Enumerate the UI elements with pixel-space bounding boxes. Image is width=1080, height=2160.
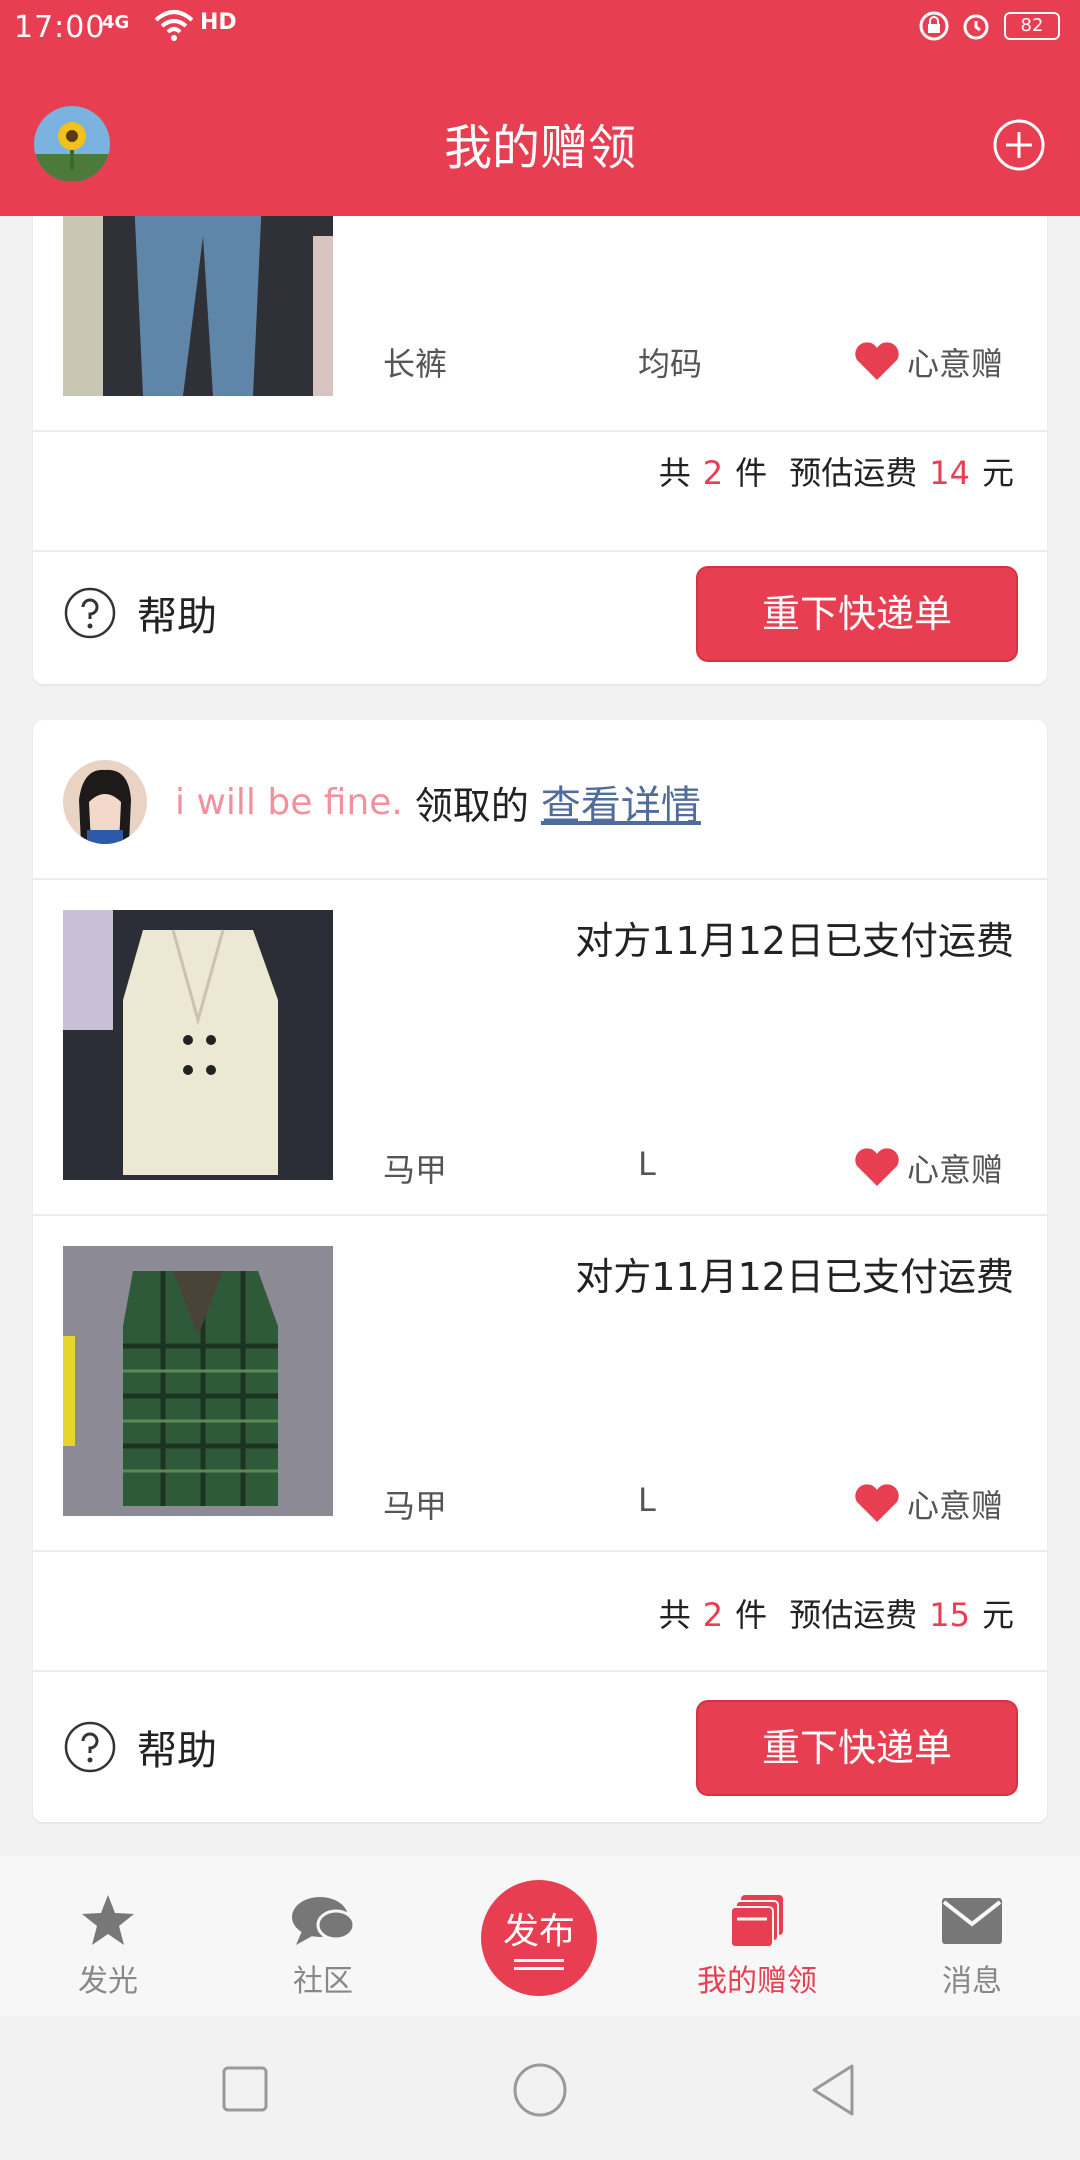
item-count: 2 xyxy=(702,1596,724,1634)
publish-line xyxy=(514,1967,564,1970)
tab-label: 我的赠领 xyxy=(697,1964,817,1999)
help-link[interactable]: 帮助 xyxy=(63,584,217,642)
tab-label: 消息 xyxy=(942,1964,1002,1999)
system-navigation-bar xyxy=(0,2016,1080,2160)
reorder-shipping-button[interactable]: 重下快递单 xyxy=(696,1700,1018,1796)
summary-prefix: 共 xyxy=(658,1596,691,1634)
mail-icon xyxy=(942,1898,1002,1944)
back-icon[interactable] xyxy=(808,2062,858,2118)
item-size: L xyxy=(638,1481,656,1519)
status-time: 17:00 xyxy=(14,10,106,45)
cards-icon xyxy=(730,1895,783,1948)
heart-icon xyxy=(855,1484,899,1522)
count-unit: 件 xyxy=(735,454,768,492)
help-icon xyxy=(64,1721,116,1773)
home-icon[interactable] xyxy=(512,2062,568,2118)
count-unit: 件 xyxy=(735,1596,768,1634)
help-link[interactable]: 帮助 xyxy=(63,1718,217,1776)
claim-action-text: 领取的 xyxy=(414,783,529,828)
app-bar: 我的赠领 xyxy=(0,56,1080,216)
divider xyxy=(33,430,1047,432)
heart-icon xyxy=(855,342,899,380)
shipping-paid-note: 对方11月12日已支付运费 xyxy=(575,1255,1014,1299)
star-icon xyxy=(82,1895,134,1945)
tab-my-gifts[interactable]: 我的赠领 xyxy=(682,1886,832,2000)
reorder-shipping-button[interactable]: 重下快递单 xyxy=(696,566,1018,662)
tab-label: 社区 xyxy=(293,1964,353,1999)
gift-card: i will be fine. 领取的 查看详情 对方11月12日已支付运费 马… xyxy=(33,720,1047,1822)
gift-type-tag: 心意赠 xyxy=(853,1145,1003,1191)
gift-list[interactable]: 长裤 均码 心意赠 共2件 预估运费 14 元 帮助 重下快递单 i will be… xyxy=(0,216,1080,1856)
fee-label: 预估运费 xyxy=(789,1596,918,1634)
tab-messages[interactable]: 消息 xyxy=(897,1886,1047,2000)
item-name: 长裤 xyxy=(383,345,448,383)
divider xyxy=(33,1214,1047,1216)
status-bar: 17:00 4G HD 82 xyxy=(0,0,1080,56)
order-summary: 共2件 预估运费 15 元 xyxy=(659,1590,1014,1636)
gift-type-tag: 心意赠 xyxy=(853,339,1003,385)
recent-apps-icon[interactable] xyxy=(222,2066,268,2112)
item-count: 2 xyxy=(702,454,724,492)
help-label: 帮助 xyxy=(137,594,217,640)
divider xyxy=(33,550,1047,552)
claimer-avatar[interactable] xyxy=(63,760,147,844)
summary-prefix: 共 xyxy=(658,454,691,492)
claimer-row: i will be fine. 领取的 查看详情 xyxy=(63,760,701,844)
tab-community[interactable]: 社区 xyxy=(248,1886,398,2000)
item-thumbnail[interactable] xyxy=(63,216,333,396)
gift-type-label: 心意赠 xyxy=(907,1487,1004,1525)
heart-icon xyxy=(855,1148,899,1186)
claimer-username[interactable]: i will be fine. xyxy=(175,782,403,823)
page-title: 我的赠领 xyxy=(443,120,636,176)
divider xyxy=(33,1670,1047,1672)
shipping-paid-note: 对方11月12日已支付运费 xyxy=(575,919,1014,963)
bottom-tab-bar: 发光 社区 发布 我的赠领 消息 xyxy=(0,1856,1080,2016)
shipping-fee: 14 xyxy=(929,454,970,492)
tab-label: 发光 xyxy=(78,1964,138,1999)
item-name: 马甲 xyxy=(383,1151,448,1189)
fee-unit: 元 xyxy=(981,454,1014,492)
rotation-lock-icon xyxy=(918,10,950,46)
wifi-icon xyxy=(152,8,196,46)
publish-button[interactable]: 发布 xyxy=(481,1880,597,1996)
signal-icon: 4G xyxy=(102,12,130,33)
tab-faguang[interactable]: 发光 xyxy=(33,1886,183,2000)
add-icon[interactable] xyxy=(992,118,1046,172)
publish-label: 发布 xyxy=(502,1911,575,1952)
divider xyxy=(33,1550,1047,1552)
view-details-link[interactable]: 查看详情 xyxy=(541,773,701,831)
battery-indicator: 82 xyxy=(1004,12,1060,40)
fee-unit: 元 xyxy=(981,1596,1014,1634)
gift-type-label: 心意赠 xyxy=(907,345,1004,383)
hd-icon: HD xyxy=(200,10,237,35)
order-summary: 共2件 预估运费 14 元 xyxy=(659,448,1014,494)
help-icon xyxy=(64,587,116,639)
gift-card: 长裤 均码 心意赠 共2件 预估运费 14 元 帮助 重下快递单 xyxy=(33,216,1047,684)
gift-type-tag: 心意赠 xyxy=(853,1481,1003,1527)
alarm-icon xyxy=(960,10,992,46)
help-label: 帮助 xyxy=(137,1728,217,1774)
item-thumbnail[interactable] xyxy=(63,910,333,1180)
fee-label: 预估运费 xyxy=(789,454,918,492)
shipping-fee: 15 xyxy=(929,1596,970,1634)
publish-line xyxy=(514,1959,564,1962)
gift-type-label: 心意赠 xyxy=(907,1151,1004,1189)
chat-icon xyxy=(292,1897,356,1945)
item-thumbnail[interactable] xyxy=(63,1246,333,1516)
divider xyxy=(33,878,1047,880)
item-size: L xyxy=(638,1145,656,1183)
item-size: 均码 xyxy=(638,345,703,383)
item-name: 马甲 xyxy=(383,1487,448,1525)
